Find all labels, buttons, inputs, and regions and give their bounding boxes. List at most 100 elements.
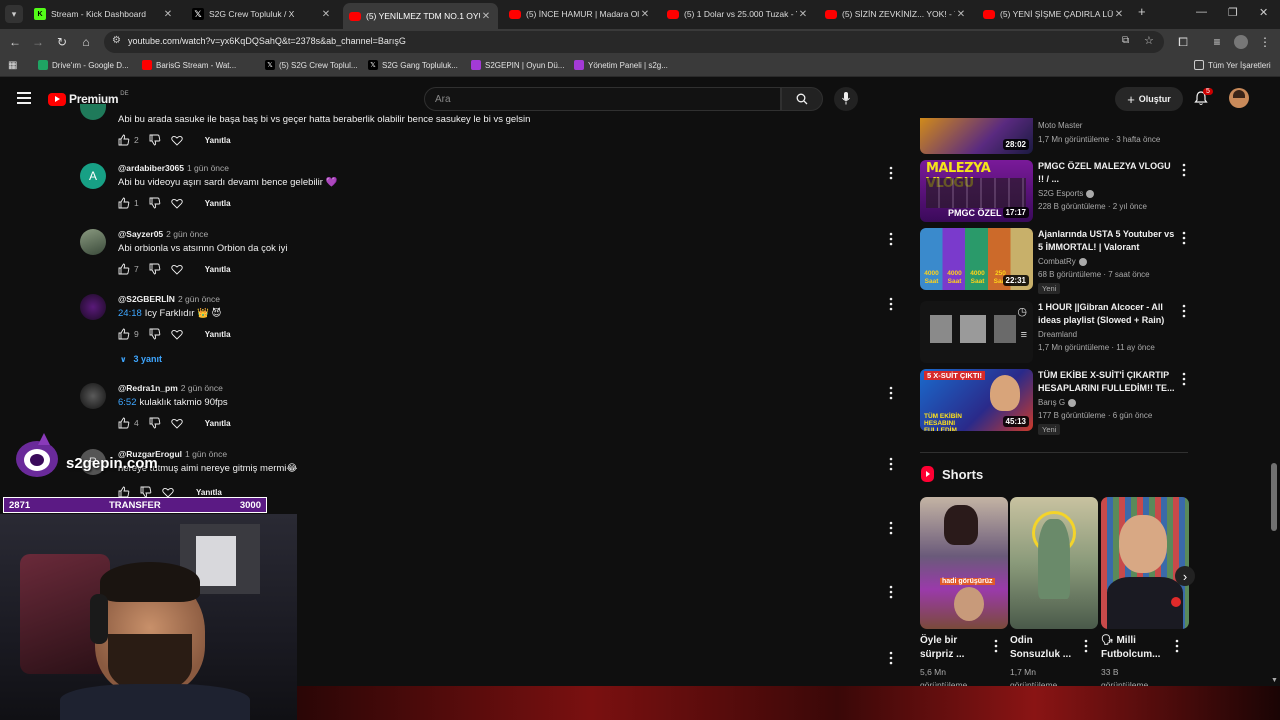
recommended-video[interactable]: MALEZYA VLOGU PMGC ÖZEL 17:17 PMGC ÖZEL … bbox=[920, 160, 1190, 222]
browser-menu-icon[interactable]: ⋮ bbox=[1256, 33, 1274, 51]
channel-name[interactable]: Dreamland bbox=[1038, 330, 1077, 339]
avatar[interactable]: A bbox=[80, 163, 106, 189]
bookmark-admin-panel[interactable]: Yönetim Paneli | s2g... bbox=[574, 60, 668, 70]
bookmark-s2g-gang[interactable]: 𝕏 S2G Gang Topluluk... bbox=[368, 60, 458, 70]
tab-search-button[interactable]: ▾ bbox=[5, 5, 23, 23]
dislike-icon[interactable] bbox=[149, 263, 161, 275]
video-thumbnail[interactable]: ◷ ≡ bbox=[920, 301, 1033, 363]
close-tab-icon[interactable]: ✕ bbox=[320, 9, 332, 20]
video-thumbnail[interactable]: MALEZYA VLOGU PMGC ÖZEL 17:17 bbox=[920, 160, 1033, 222]
channel-name[interactable]: Barış G bbox=[1038, 398, 1077, 407]
hamburger-menu-icon[interactable] bbox=[17, 92, 31, 104]
reply-button[interactable]: Yanıtla bbox=[205, 419, 231, 428]
video-menu-icon[interactable] bbox=[1181, 304, 1187, 318]
short-menu-icon[interactable] bbox=[1174, 639, 1180, 653]
channel-name[interactable]: Moto Master bbox=[1038, 121, 1082, 130]
like-icon[interactable] bbox=[118, 328, 130, 340]
avatar[interactable] bbox=[80, 104, 106, 120]
timestamp-link[interactable]: 24:18 bbox=[118, 308, 142, 319]
close-tab-icon[interactable]: ✕ bbox=[480, 11, 492, 22]
bookmark-star-icon[interactable]: ☆ bbox=[1144, 34, 1154, 47]
dislike-icon[interactable] bbox=[149, 134, 161, 146]
close-tab-icon[interactable]: ✕ bbox=[162, 9, 174, 20]
short-title[interactable]: Odin Sonsuzluk ... bbox=[1010, 634, 1080, 662]
view-replies-button[interactable]: ∨ 3 yanıt bbox=[120, 354, 162, 364]
forward-arrow-icon[interactable]: → bbox=[29, 33, 47, 51]
comment-menu-icon[interactable] bbox=[888, 457, 894, 471]
cast-icon[interactable]: ⧉ bbox=[1122, 35, 1129, 46]
short-thumbnail[interactable] bbox=[1101, 497, 1189, 629]
short-menu-icon[interactable] bbox=[1083, 639, 1089, 653]
site-info-icon[interactable]: ⚙ bbox=[112, 35, 121, 46]
dislike-icon[interactable] bbox=[149, 328, 161, 340]
maximize-button[interactable]: ❐ bbox=[1228, 6, 1238, 19]
close-tab-icon[interactable]: ✕ bbox=[1113, 9, 1125, 20]
close-tab-icon[interactable]: ✕ bbox=[639, 9, 651, 20]
comment-menu-icon[interactable] bbox=[888, 585, 894, 599]
short-thumbnail[interactable]: hadi görüşürüz bbox=[920, 497, 1008, 629]
channel-name[interactable]: S2G Esports bbox=[1038, 189, 1095, 198]
notifications-button[interactable]: 5 bbox=[1194, 88, 1213, 111]
scroll-down-arrow-icon[interactable]: ▼ bbox=[1271, 677, 1278, 684]
comment-menu-icon[interactable] bbox=[888, 166, 894, 180]
video-title[interactable]: Ajanlarında USTA 5 Youtuber vs 5 İMMORTA… bbox=[1038, 228, 1178, 254]
dislike-icon[interactable] bbox=[149, 417, 161, 429]
video-title[interactable]: PMGC ÖZEL MALEZYA VLOGU !! / ... bbox=[1038, 160, 1178, 186]
address-bar[interactable]: ⚙ youtube.com/watch?v=yx6KqDQSahQ&t=2378… bbox=[104, 31, 1164, 53]
like-icon[interactable] bbox=[118, 197, 130, 209]
video-thumbnail[interactable]: 5 X-SUİT ÇIKTI! TÜM EKİBİN HESABINI FULL… bbox=[920, 369, 1033, 431]
heart-icon[interactable] bbox=[171, 418, 183, 429]
shorts-next-button[interactable]: › bbox=[1175, 566, 1195, 586]
browser-tab[interactable]: 𝕏 S2G Crew Topluluk / X ✕ bbox=[186, 3, 338, 25]
video-title[interactable]: TÜM EKİBE X-SUİT'İ ÇIKARTIP HESAPLARINI … bbox=[1038, 369, 1178, 395]
create-button[interactable]: + Oluştur bbox=[1115, 87, 1183, 111]
comment-author[interactable]: @Redra1n_pm 2 gün önce bbox=[118, 383, 223, 393]
comment-author[interactable]: @S2GBERLİN 2 gün önce bbox=[118, 294, 220, 304]
comment-author[interactable]: @ardabiber3065 1 gün önce bbox=[118, 163, 229, 173]
heart-icon[interactable] bbox=[171, 329, 183, 340]
comment-menu-icon[interactable] bbox=[888, 232, 894, 246]
heart-icon[interactable] bbox=[162, 487, 174, 498]
channel-name[interactable]: CombatRy bbox=[1038, 257, 1087, 266]
back-arrow-icon[interactable]: ← bbox=[6, 33, 24, 51]
recommended-video[interactable]: 5 X-SUİT ÇIKTI! TÜM EKİBİN HESABINI FULL… bbox=[920, 369, 1190, 435]
bookmark-barisg-stream[interactable]: BarisG Stream - Wat... bbox=[142, 60, 236, 70]
video-title[interactable]: 1 HOUR ||Gibran Alcocer - All ideas play… bbox=[1038, 301, 1178, 327]
bookmark-s2g-crew[interactable]: 𝕏 (5) S2G Crew Toplul... bbox=[265, 60, 358, 70]
reply-button[interactable]: Yanıtla bbox=[205, 265, 231, 274]
reply-button[interactable]: Yanıtla bbox=[196, 488, 222, 497]
short-title[interactable]: Öyle bir sürpriz ... bbox=[920, 634, 990, 662]
comment-menu-icon[interactable] bbox=[888, 386, 894, 400]
reply-button[interactable]: Yanıtla bbox=[205, 330, 231, 339]
comment-menu-icon[interactable] bbox=[888, 651, 894, 665]
browser-tab[interactable]: (5) YENİ ŞİŞME ÇADIRLA LÜKS ✕ bbox=[977, 3, 1131, 25]
like-icon[interactable] bbox=[118, 263, 130, 275]
new-tab-button[interactable]: + bbox=[1138, 4, 1146, 19]
recommended-video[interactable]: 4000 Saat 4000 Saat 4000 Saat 250 Saat 2… bbox=[920, 228, 1190, 294]
reply-button[interactable]: Yanıtla bbox=[205, 136, 231, 145]
user-avatar[interactable] bbox=[1229, 88, 1249, 108]
browser-tab[interactable]: K Stream - Kick Dashboard ✕ bbox=[28, 3, 180, 25]
bookmark-s2gepin[interactable]: S2GEPIN | Oyun Dü... bbox=[471, 60, 564, 70]
reply-button[interactable]: Yanıtla bbox=[205, 199, 231, 208]
browser-tab[interactable]: (5) 1 Dolar vs 25.000 Tuzak - Yo ✕ bbox=[661, 3, 815, 25]
video-thumbnail[interactable]: 4000 Saat 4000 Saat 4000 Saat 250 Saat 2… bbox=[920, 228, 1033, 290]
reload-icon[interactable]: ↻ bbox=[53, 33, 71, 51]
close-window-button[interactable]: ✕ bbox=[1259, 6, 1268, 19]
video-thumbnail[interactable]: 28:02 bbox=[920, 118, 1033, 154]
extensions-icon[interactable]: ⧠ bbox=[1174, 33, 1192, 51]
minimize-button[interactable]: — bbox=[1196, 6, 1207, 18]
short-title[interactable]: 🗣 Milli Futbolcum... bbox=[1101, 634, 1171, 662]
recommended-video[interactable]: 28:02 Moto Master 1,7 Mn görüntüleme · 3… bbox=[920, 118, 1190, 154]
like-icon[interactable] bbox=[118, 417, 130, 429]
browser-tab-active[interactable]: (5) YENİLMEZ TDM NO.1 OYUN ✕ bbox=[343, 3, 498, 29]
heart-icon[interactable] bbox=[171, 264, 183, 275]
comment-menu-icon[interactable] bbox=[888, 521, 894, 535]
close-tab-icon[interactable]: ✕ bbox=[955, 9, 967, 20]
reading-list-icon[interactable]: ≡ bbox=[1208, 33, 1226, 51]
comment-menu-icon[interactable] bbox=[888, 297, 894, 311]
video-menu-icon[interactable] bbox=[1181, 231, 1187, 245]
profile-avatar[interactable] bbox=[1234, 35, 1248, 49]
video-menu-icon[interactable] bbox=[1181, 163, 1187, 177]
scrollbar-thumb[interactable] bbox=[1271, 463, 1277, 531]
